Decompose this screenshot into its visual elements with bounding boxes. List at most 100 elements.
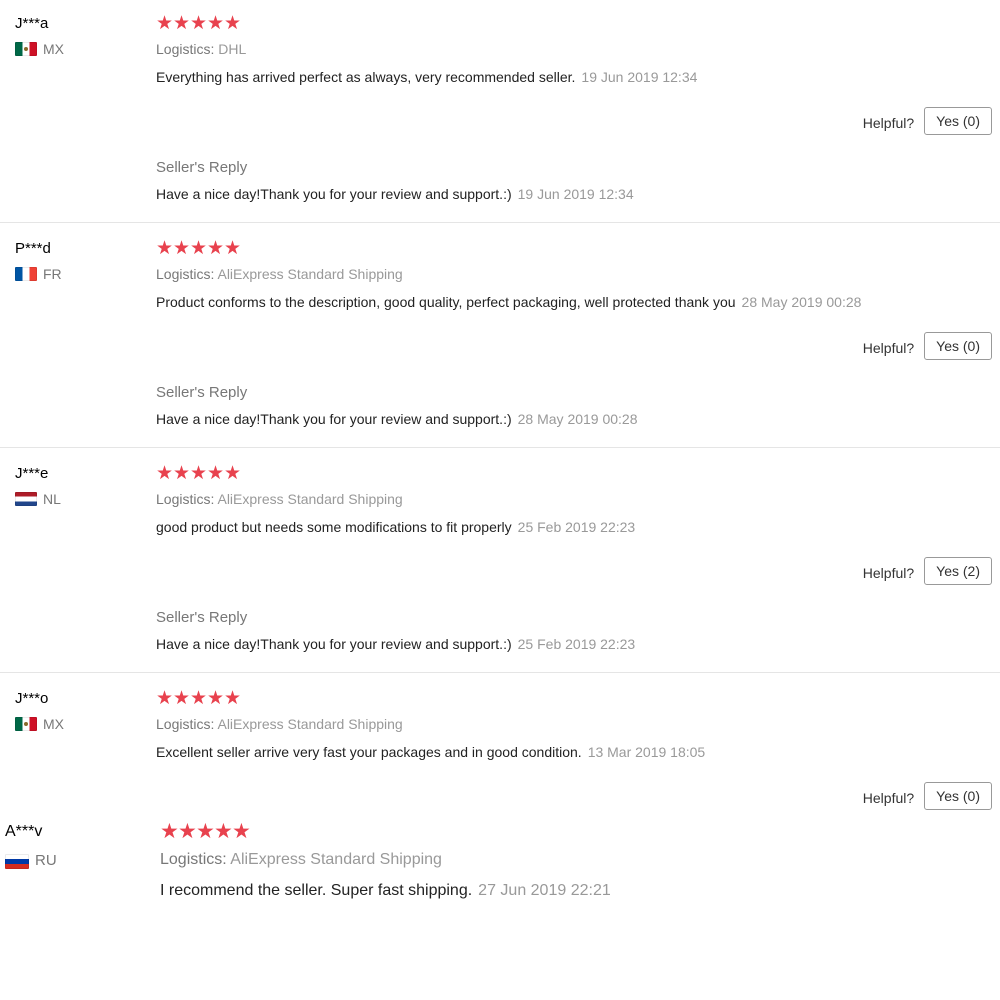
logistics-label: Logistics: — [156, 491, 215, 507]
helpful-yes-button[interactable]: Yes (2) — [924, 557, 992, 585]
review-text: good product but needs some modification… — [156, 518, 986, 536]
buyer-name: A***v — [5, 823, 43, 840]
seller-reply-title: Seller's Reply — [156, 159, 248, 176]
star-icon: ★ — [224, 688, 243, 709]
helpful-label: Helpful? — [862, 565, 915, 581]
buyer-country: MX — [15, 40, 135, 58]
helpful-yes-button[interactable]: Yes (0) — [924, 107, 992, 135]
seller-reply: Seller's Reply Have a nice day!Thank you… — [156, 609, 986, 653]
feedback-text: Excellent seller arrive very fast your p… — [156, 744, 582, 760]
logistics-info: Logistics: AliExpress Standard Shipping — [160, 851, 990, 869]
buyer-info: A***v RU — [5, 822, 125, 870]
france-flag-icon — [15, 267, 37, 281]
helpful-yes-button[interactable]: Yes (0) — [924, 782, 992, 810]
review-body: ★★★★★ Logistics: DHL Everything has arri… — [156, 14, 986, 86]
logistics-label: Logistics: — [156, 41, 215, 57]
star-icon: ★ — [173, 238, 192, 259]
seller-reply-date: 28 May 2019 00:28 — [517, 411, 638, 427]
star-icon: ★ — [190, 463, 209, 484]
logistics-label: Logistics: — [160, 851, 227, 868]
review-text: Product conforms to the description, goo… — [156, 293, 986, 311]
logistics-label: Logistics: — [156, 716, 215, 732]
star-icon: ★ — [173, 463, 192, 484]
logistics-info: Logistics: DHL — [156, 40, 986, 58]
helpful-label: Helpful? — [862, 115, 915, 131]
star-icon: ★ — [232, 820, 252, 843]
star-icon: ★ — [156, 463, 175, 484]
helpful-label: Helpful? — [862, 790, 915, 806]
review-date: 19 Jun 2019 12:34 — [581, 69, 698, 85]
star-icon: ★ — [156, 13, 175, 34]
star-rating: ★★★★★ — [156, 689, 986, 709]
star-icon: ★ — [224, 238, 243, 259]
review-item: P***d FR ★★★★★ Logistics: AliExpress Sta… — [0, 239, 1000, 448]
review-text: Excellent seller arrive very fast your p… — [156, 743, 986, 761]
logistics-label: Logistics: — [156, 266, 215, 282]
buyer-info: J***e NL — [15, 464, 135, 508]
seller-reply-date: 19 Jun 2019 12:34 — [517, 186, 634, 202]
review-body: ★★★★★ Logistics: AliExpress Standard Shi… — [156, 239, 986, 311]
country-code: FR — [43, 266, 62, 282]
star-icon: ★ — [224, 463, 243, 484]
seller-reply-text: Have a nice day!Thank you for your revie… — [156, 186, 512, 202]
feedback-text: Everything has arrived perfect as always… — [156, 69, 576, 85]
star-icon: ★ — [207, 463, 226, 484]
review-date: 27 Jun 2019 22:21 — [478, 882, 611, 899]
star-icon: ★ — [156, 688, 175, 709]
buyer-country: RU — [5, 852, 125, 870]
seller-reply-text: Have a nice day!Thank you for your revie… — [156, 636, 512, 652]
star-icon: ★ — [207, 688, 226, 709]
country-code: MX — [43, 41, 64, 57]
seller-reply: Seller's Reply Have a nice day!Thank you… — [156, 159, 986, 203]
review-text: Everything has arrived perfect as always… — [156, 68, 986, 86]
star-rating: ★★★★★ — [160, 820, 990, 843]
country-code: RU — [35, 852, 57, 869]
seller-reply-date: 25 Feb 2019 22:23 — [517, 636, 636, 652]
seller-reply-content: Have a nice day!Thank you for your revie… — [156, 635, 986, 653]
review-item: J***o MX ★★★★★ Logistics: AliExpress Sta… — [0, 689, 1000, 814]
logistics-info: Logistics: AliExpress Standard Shipping — [156, 715, 986, 733]
star-icon: ★ — [190, 238, 209, 259]
buyer-name: J***o — [15, 690, 49, 707]
helpful-yes-button[interactable]: Yes (0) — [924, 332, 992, 360]
helpful-section: Helpful? Yes (2) — [863, 557, 992, 585]
feedback-text: I recommend the seller. Super fast shipp… — [160, 882, 473, 899]
star-icon: ★ — [196, 820, 216, 843]
star-icon: ★ — [224, 13, 243, 34]
seller-reply-text: Have a nice day!Thank you for your revie… — [156, 411, 512, 427]
star-rating: ★★★★★ — [156, 239, 986, 259]
seller-reply-title: Seller's Reply — [156, 384, 248, 401]
logistics-value: AliExpress Standard Shipping — [230, 851, 442, 868]
star-icon: ★ — [160, 820, 180, 843]
star-rating: ★★★★★ — [156, 464, 986, 484]
seller-reply-title: Seller's Reply — [156, 609, 248, 626]
star-icon: ★ — [173, 688, 192, 709]
star-icon: ★ — [214, 820, 234, 843]
logistics-value: DHL — [218, 41, 247, 57]
helpful-label: Helpful? — [862, 340, 915, 356]
review-text: I recommend the seller. Super fast shipp… — [160, 882, 990, 900]
star-rating: ★★★★★ — [156, 14, 986, 34]
star-icon: ★ — [156, 238, 175, 259]
buyer-info: J***o MX — [15, 689, 135, 733]
logistics-value: AliExpress Standard Shipping — [217, 491, 403, 507]
review-body: ★★★★★ Logistics: AliExpress Standard Shi… — [156, 689, 986, 761]
buyer-country: FR — [15, 265, 135, 283]
logistics-value: AliExpress Standard Shipping — [217, 716, 403, 732]
review-date: 13 Mar 2019 18:05 — [587, 744, 706, 760]
review-body: ★★★★★ Logistics: AliExpress Standard Shi… — [156, 464, 986, 536]
review-date: 25 Feb 2019 22:23 — [517, 519, 636, 535]
seller-reply-content: Have a nice day!Thank you for your revie… — [156, 410, 986, 428]
logistics-info: Logistics: AliExpress Standard Shipping — [156, 490, 986, 508]
star-icon: ★ — [207, 13, 226, 34]
mexico-flag-icon — [15, 42, 37, 56]
star-icon: ★ — [178, 820, 198, 843]
feedback-text: Product conforms to the description, goo… — [156, 294, 736, 310]
buyer-name: P***d — [15, 240, 51, 257]
helpful-section: Helpful? Yes (0) — [863, 782, 992, 810]
feedback-text: good product but needs some modification… — [156, 519, 512, 535]
logistics-value: AliExpress Standard Shipping — [217, 266, 403, 282]
russia-flag-icon — [5, 853, 29, 869]
seller-reply: Seller's Reply Have a nice day!Thank you… — [156, 384, 986, 428]
review-item: A***v RU ★★★★★ Logistics: AliExpress Sta… — [0, 820, 1000, 922]
